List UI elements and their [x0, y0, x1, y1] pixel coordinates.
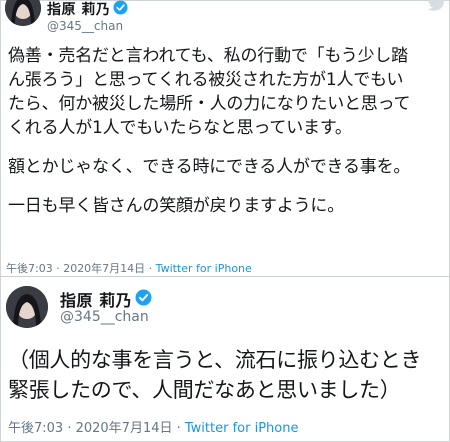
verified-badge-icon [135, 289, 152, 310]
tweet-paragraph: 一日も早く皆さんの笑顔が戻りますように。 [8, 196, 344, 216]
tweet-meta: 午後7:03 · 2020年7月14日 · Twitter for iPhone [8, 417, 298, 436]
tweet-source-link[interactable]: Twitter for iPhone [156, 262, 252, 275]
tweet-paragraph: 額とかじゃなく、できる時にできる人ができる事を。 [8, 157, 411, 177]
author-row: 指原 莉乃 [47, 0, 128, 19]
tweet-paragraph: 偽善・売名だと言われても、私の行動で「もう少し踏 ん張ろう」と思ってくれる被災さ… [8, 46, 411, 138]
tweet-text: 偽善・売名だと言われても、私の行動で「もう少し踏 ん張ろう」と思ってくれる被災さ… [8, 44, 448, 233]
tweet-timestamp[interactable]: 午後7:03 · 2020年7月14日 · [6, 262, 156, 275]
avatar[interactable] [5, 0, 41, 26]
tweet-text: （個人的な事を言うと、流石に振り込むとき 緊張したので、人間だなあと思いました） [8, 348, 422, 402]
avatar[interactable] [6, 286, 48, 328]
tweet-source-link[interactable]: Twitter for iPhone [185, 421, 299, 436]
handle[interactable]: @345__chan [60, 309, 149, 325]
handle[interactable]: @345__chan [47, 19, 123, 33]
tweet-timestamp[interactable]: 午後7:03 · 2020年7月14日 · [8, 421, 185, 436]
tweet-2: 指原 莉乃 @345__chan （個人的な事を言うと、流石に振り込むとき 緊張… [0, 276, 450, 442]
tweet-meta: 午後7:03 · 2020年7月14日 · Twitter for iPhone [6, 260, 252, 276]
twitter-bird-icon[interactable] [426, 0, 448, 14]
author-row: 指原 莉乃 [60, 287, 152, 311]
display-name[interactable]: 指原 莉乃 [47, 0, 110, 19]
tweet-1: 指原 莉乃 @345__chan 偽善・売名だと言われても、私の行動で「もう少し… [0, 0, 450, 276]
verified-badge-icon [113, 0, 128, 19]
display-name[interactable]: 指原 莉乃 [60, 287, 132, 311]
